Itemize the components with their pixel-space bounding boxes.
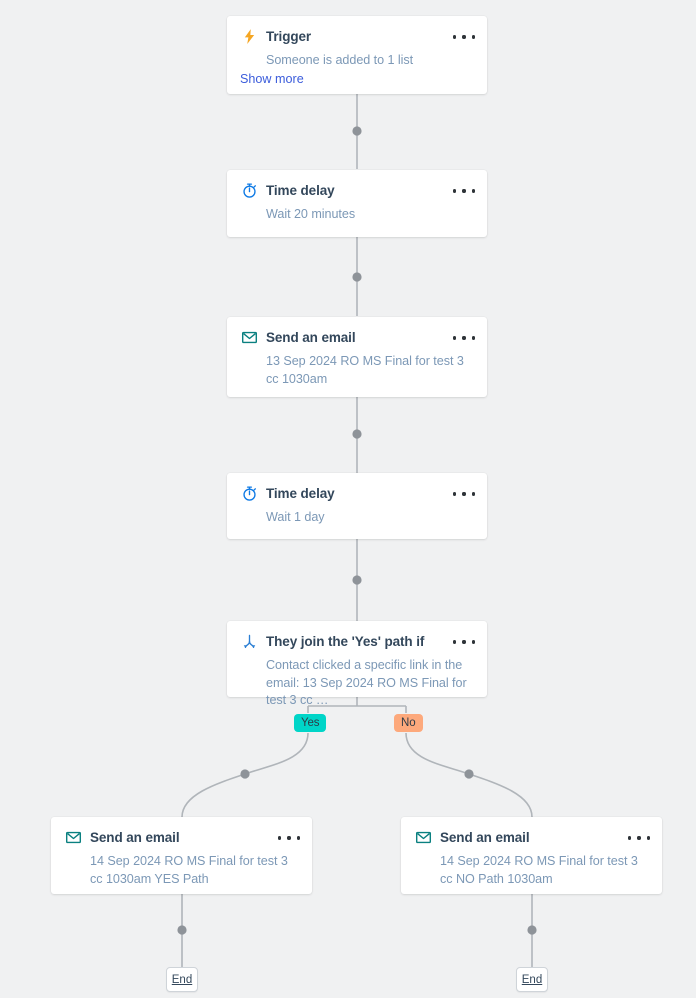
envelope-icon [414,828,433,847]
workflow-canvas: Trigger Someone is added to 1 list Show … [0,0,696,998]
card-description: 14 Sep 2024 RO MS Final for test 3 cc NO… [440,854,638,886]
card-header: Send an email [414,828,650,847]
end-node-no-path[interactable]: End [516,967,548,992]
card-description: Wait 1 day [266,510,325,524]
more-options-icon[interactable] [278,831,300,845]
lightning-bolt-icon [240,27,259,46]
card-title: Send an email [90,830,180,845]
workflow-card-send-email-yes[interactable]: Send an email 14 Sep 2024 RO MS Final fo… [51,817,312,894]
stopwatch-icon [240,484,259,503]
card-description: 13 Sep 2024 RO MS Final for test 3 cc 10… [266,354,464,386]
card-description: 14 Sep 2024 RO MS Final for test 3 cc 10… [90,854,288,886]
more-options-icon[interactable] [453,331,475,345]
workflow-card-send-email-1[interactable]: Send an email 13 Sep 2024 RO MS Final fo… [227,317,487,397]
workflow-card-send-email-no[interactable]: Send an email 14 Sep 2024 RO MS Final fo… [401,817,662,894]
envelope-icon [240,328,259,347]
card-header: Time delay [240,181,475,200]
branch-split-icon [240,632,259,651]
card-title: Trigger [266,29,312,44]
more-options-icon[interactable] [628,831,650,845]
card-description: Wait 20 minutes [266,207,356,221]
show-more-link[interactable]: Show more [240,71,473,89]
more-options-icon[interactable] [453,487,475,501]
card-title: Send an email [440,830,530,845]
card-header: Trigger [240,27,475,46]
branch-label-no[interactable]: No [394,714,423,732]
more-options-icon[interactable] [453,635,475,649]
workflow-card-trigger[interactable]: Trigger Someone is added to 1 list Show … [227,16,487,94]
card-title: Time delay [266,183,335,198]
end-node-yes-path[interactable]: End [166,967,198,992]
card-header: Send an email [240,328,475,347]
card-title: Time delay [266,486,335,501]
workflow-card-time-delay-1[interactable]: Time delay Wait 20 minutes [227,170,487,237]
stopwatch-icon [240,181,259,200]
more-options-icon[interactable] [453,30,475,44]
envelope-icon [64,828,83,847]
card-header: Send an email [64,828,300,847]
card-title: They join the 'Yes' path if [266,634,425,649]
workflow-card-branch[interactable]: They join the 'Yes' path if Contact clic… [227,621,487,707]
more-options-icon[interactable] [453,184,475,198]
card-header: They join the 'Yes' path if [240,632,475,651]
card-description: Contact clicked a specific link in the e… [266,658,467,707]
card-description: Someone is added to 1 list [266,53,414,67]
branch-label-yes[interactable]: Yes [294,714,327,732]
workflow-card-time-delay-2[interactable]: Time delay Wait 1 day [227,473,487,539]
card-title: Send an email [266,330,356,345]
card-header: Time delay [240,484,475,503]
